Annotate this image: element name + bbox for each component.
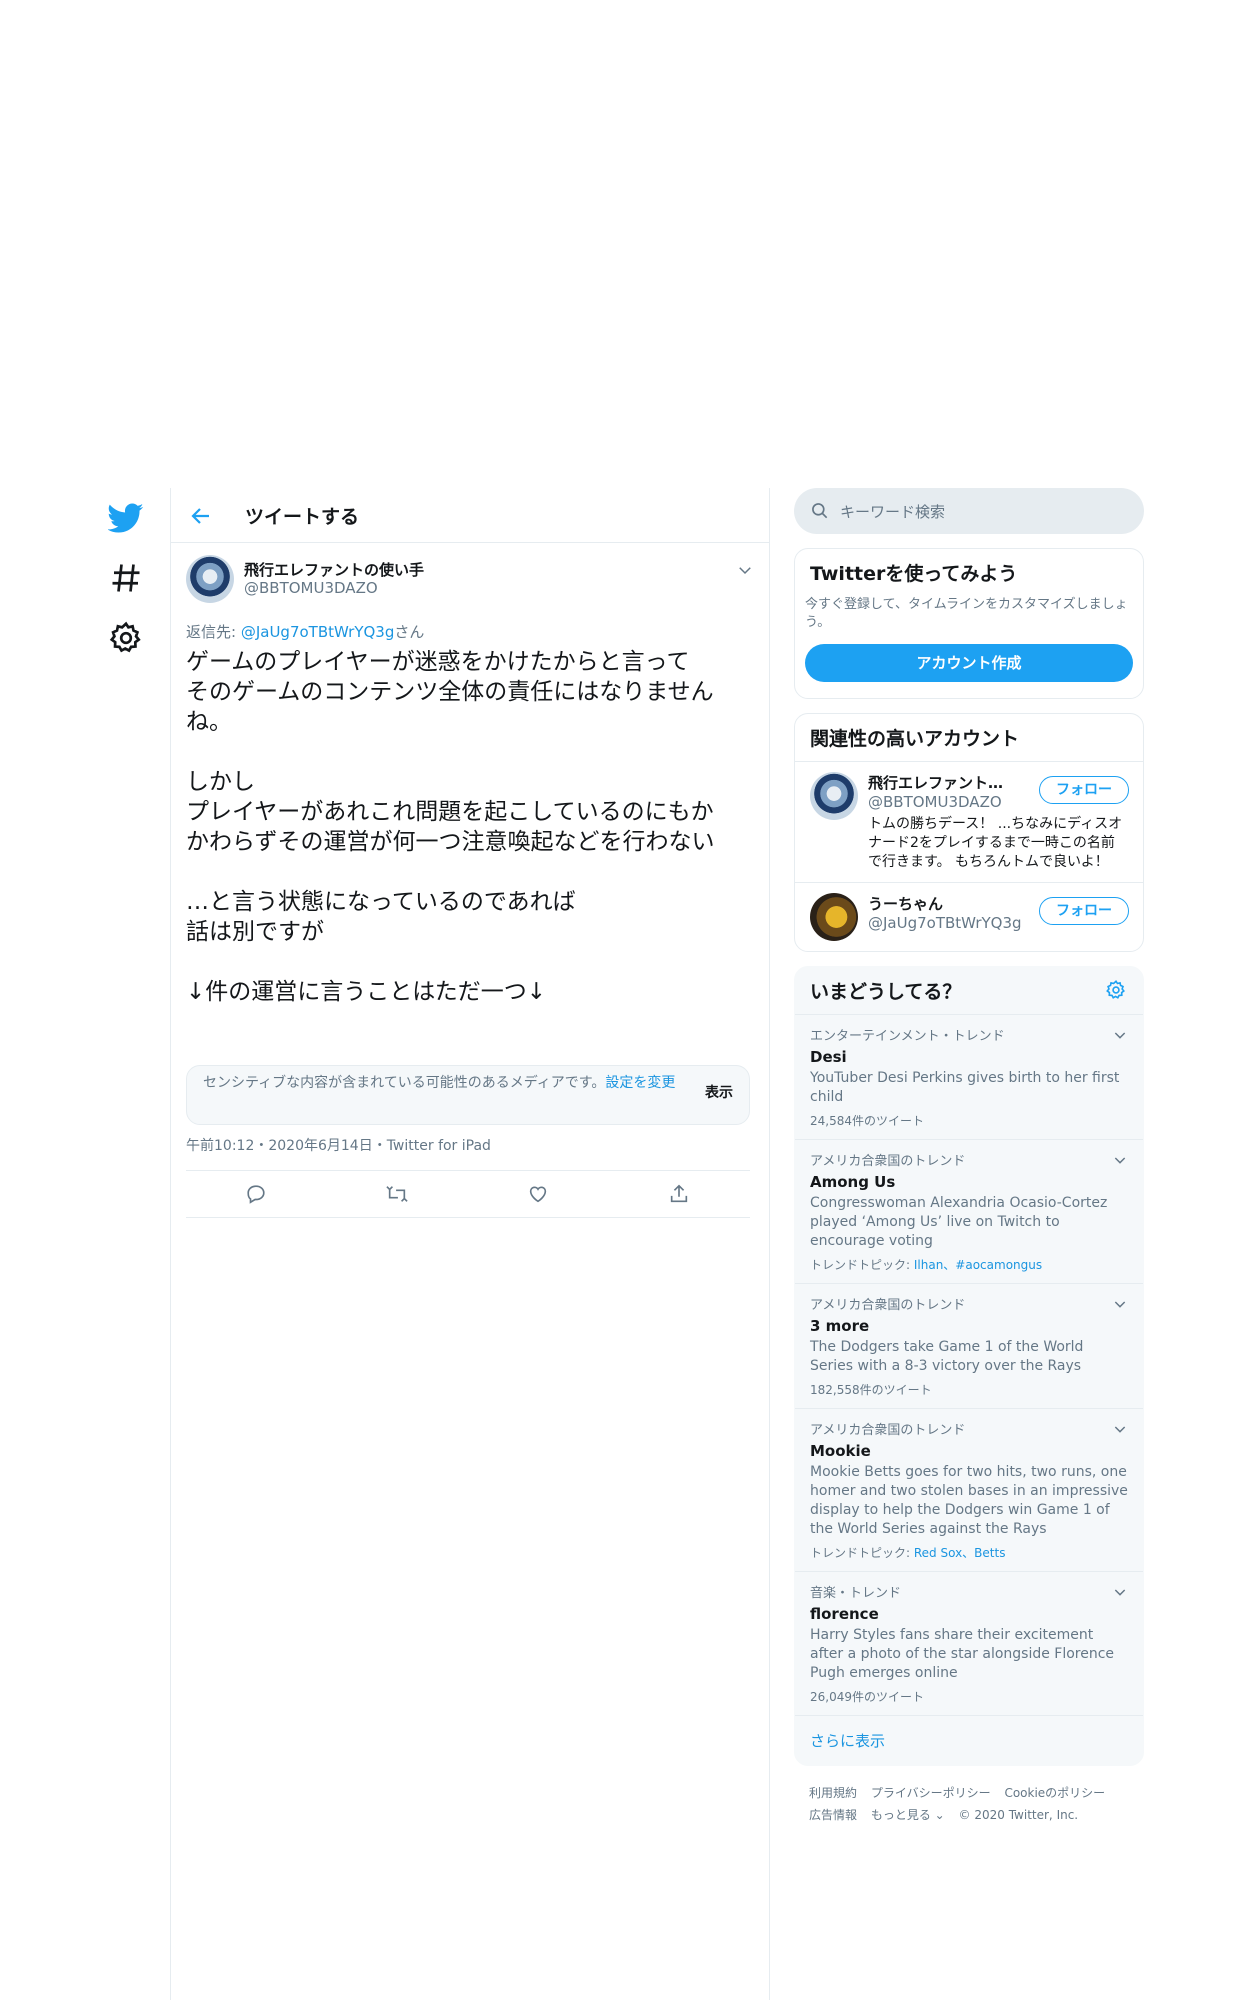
retweet-icon[interactable] xyxy=(386,1183,408,1205)
chevron-down-icon[interactable] xyxy=(1112,1296,1128,1312)
reply-suffix: さん xyxy=(394,623,425,641)
reply-to-link[interactable]: @JaUg7oTBtWrYQ3g xyxy=(241,623,395,641)
signup-title: Twitterを使ってみよう xyxy=(810,563,1018,585)
trend-desc: Harry Styles fans share their excitement… xyxy=(810,1627,1115,1681)
account-bio: トムの勝ちデース！ ...ちなみにディスオナード2をプレイするまで一時この名前で… xyxy=(868,816,1123,870)
trend-item[interactable]: 音楽・トレンド florence Harry Styles fans share… xyxy=(795,1572,1143,1716)
chevron-down-icon[interactable] xyxy=(1112,1584,1128,1600)
search-icon xyxy=(812,503,828,519)
like-heart-icon[interactable] xyxy=(527,1183,549,1205)
topics-label: トレンドトピック: xyxy=(810,1546,914,1560)
topics-label: トレンドトピック: xyxy=(810,1258,914,1272)
sensitive-text: センシティブな内容が含まれている可能性のあるメディアです。 xyxy=(203,1075,606,1091)
trend-context: アメリカ合衆国のトレンド xyxy=(810,1154,966,1169)
left-nav xyxy=(108,500,144,680)
search-input[interactable] xyxy=(838,496,1122,528)
trends-header: いまどうしてる？ xyxy=(795,967,1143,1015)
create-account-button[interactable]: アカウント作成 xyxy=(805,644,1133,682)
trend-item[interactable]: アメリカ合衆国のトレンド Among Us Congresswoman Alex… xyxy=(795,1140,1143,1284)
chevron-down-icon[interactable] xyxy=(1112,1027,1128,1043)
related-accounts-card: 関連性の高いアカウント 飛行エレファントの... @BBTOMU3DAZO トム… xyxy=(794,713,1144,952)
signup-card: Twitterを使ってみよう 今すぐ登録して、タイムラインをカスタマイズしましょ… xyxy=(794,548,1144,699)
reply-prefix: 返信先: xyxy=(186,623,241,641)
avatar[interactable] xyxy=(810,893,858,941)
search-bar[interactable] xyxy=(794,488,1144,534)
footer-link[interactable]: 利用規約 xyxy=(809,1786,857,1800)
show-more-link[interactable]: さらに表示 xyxy=(795,1716,1143,1765)
trend-count: 24,584件のツイート xyxy=(810,1114,924,1128)
trend-topics: トレンドトピック: Ilhan、#aocamongus xyxy=(810,1256,1128,1273)
twitter-bird-icon[interactable] xyxy=(108,500,144,536)
trend-desc: YouTuber Desi Perkins gives birth to her… xyxy=(810,1070,1120,1105)
reply-to: 返信先: @JaUg7oTBtWrYQ3gさん xyxy=(186,621,424,642)
tweet-text: ゲームのプレイヤーが迷惑をかけたからと言って そのゲームのコンテンツ全体の責任に… xyxy=(186,649,715,1005)
reply-icon[interactable] xyxy=(245,1183,267,1205)
trend-name: 3 more xyxy=(810,1317,870,1335)
copyright: © 2020 Twitter, Inc. xyxy=(958,1808,1079,1822)
trend-item[interactable]: アメリカ合衆国のトレンド Mookie Mookie Betts goes fo… xyxy=(795,1409,1143,1572)
trend-count: 182,558件のツイート xyxy=(810,1383,932,1397)
page-title: ツイートする xyxy=(245,506,360,528)
trend-name: Desi xyxy=(810,1048,847,1066)
back-arrow-icon[interactable] xyxy=(189,504,213,528)
account-name[interactable]: 飛行エレファントの... xyxy=(868,772,1018,793)
signup-desc: 今すぐ登録して、タイムラインをカスタマイズしましょう。 xyxy=(805,597,1128,630)
related-title: 関連性の高いアカウント xyxy=(795,714,1143,762)
tweet-actions xyxy=(186,1170,750,1218)
avatar[interactable] xyxy=(810,772,858,820)
page-header: ツイートする xyxy=(171,488,769,543)
chevron-down-icon[interactable] xyxy=(1112,1152,1128,1168)
change-settings-link[interactable]: 設定を変更 xyxy=(605,1075,675,1091)
gear-icon[interactable] xyxy=(108,620,144,656)
trend-desc: The Dodgers take Game 1 of the World Ser… xyxy=(810,1339,1084,1374)
trend-context: アメリカ合衆国のトレンド xyxy=(810,1423,966,1438)
author-name[interactable]: 飛行エレファントの使い手 xyxy=(244,559,424,580)
trend-context: アメリカ合衆国のトレンド xyxy=(810,1298,966,1313)
author-handle[interactable]: @BBTOMU3DAZO xyxy=(244,579,378,597)
main-column: ツイートする 飛行エレファントの使い手 @BBTOMU3DAZO 返信先: @J… xyxy=(170,488,770,2000)
footer: 利用規約 プライバシーポリシー Cookieのポリシー 広告情報 もっと見る ⌄… xyxy=(794,1766,1144,1842)
trends-title: いまどうしてる？ xyxy=(810,981,962,1003)
trend-count: 26,049件のツイート xyxy=(810,1690,924,1704)
account-name[interactable]: うーちゃん xyxy=(868,893,1018,914)
trend-context: エンターテインメント・トレンド xyxy=(810,1029,1005,1044)
tweet-meta[interactable]: 午前10:12・2020年6月14日・Twitter for iPad xyxy=(186,1135,491,1155)
trend-desc: Mookie Betts goes for two hits, two runs… xyxy=(810,1464,1128,1537)
chevron-down-icon[interactable] xyxy=(736,561,754,579)
footer-link[interactable]: 広告情報 xyxy=(809,1808,857,1822)
share-icon[interactable] xyxy=(668,1183,690,1205)
gear-icon[interactable] xyxy=(1105,979,1127,1001)
trend-item[interactable]: アメリカ合衆国のトレンド 3 more The Dodgers take Gam… xyxy=(795,1284,1143,1409)
trend-name: Among Us xyxy=(810,1173,896,1191)
chevron-down-icon[interactable] xyxy=(1112,1421,1128,1437)
account-item[interactable]: うーちゃん @JaUg7oTBtWrYQ3g フォロー xyxy=(795,883,1143,951)
sidebar: Twitterを使ってみよう 今すぐ登録して、タイムラインをカスタマイズしましょ… xyxy=(794,488,1144,1842)
trend-context: 音楽・トレンド xyxy=(810,1586,902,1601)
hashtag-icon[interactable] xyxy=(108,560,144,596)
trend-desc: Congresswoman Alexandria Ocasio-Cortez p… xyxy=(810,1195,1108,1249)
footer-link[interactable]: Cookieのポリシー xyxy=(1004,1786,1105,1800)
footer-link[interactable]: プライバシーポリシー xyxy=(871,1786,991,1800)
trend-item[interactable]: エンターテインメント・トレンド Desi YouTuber Desi Perki… xyxy=(795,1015,1143,1140)
topics-link[interactable]: Red Sox、Betts xyxy=(914,1546,1006,1560)
trends-card: いまどうしてる？ エンターテインメント・トレンド Desi YouTuber D… xyxy=(794,966,1144,1766)
follow-button[interactable]: フォロー xyxy=(1039,897,1129,925)
account-item[interactable]: 飛行エレファントの... @BBTOMU3DAZO トムの勝ちデース！ ...ち… xyxy=(795,762,1143,883)
trend-topics: トレンドトピック: Red Sox、Betts xyxy=(810,1544,1128,1561)
avatar[interactable] xyxy=(186,555,234,603)
follow-button[interactable]: フォロー xyxy=(1039,776,1129,804)
trend-name: florence xyxy=(810,1605,879,1623)
show-media-button[interactable]: 表示 xyxy=(705,1084,733,1103)
trend-name: Mookie xyxy=(810,1442,871,1460)
sensitive-media-notice: センシティブな内容が含まれている可能性のあるメディアです。設定を変更 表示 xyxy=(186,1065,750,1125)
topics-link[interactable]: Ilhan、#aocamongus xyxy=(914,1258,1042,1272)
footer-link[interactable]: もっと見る ⌄ xyxy=(871,1808,945,1822)
